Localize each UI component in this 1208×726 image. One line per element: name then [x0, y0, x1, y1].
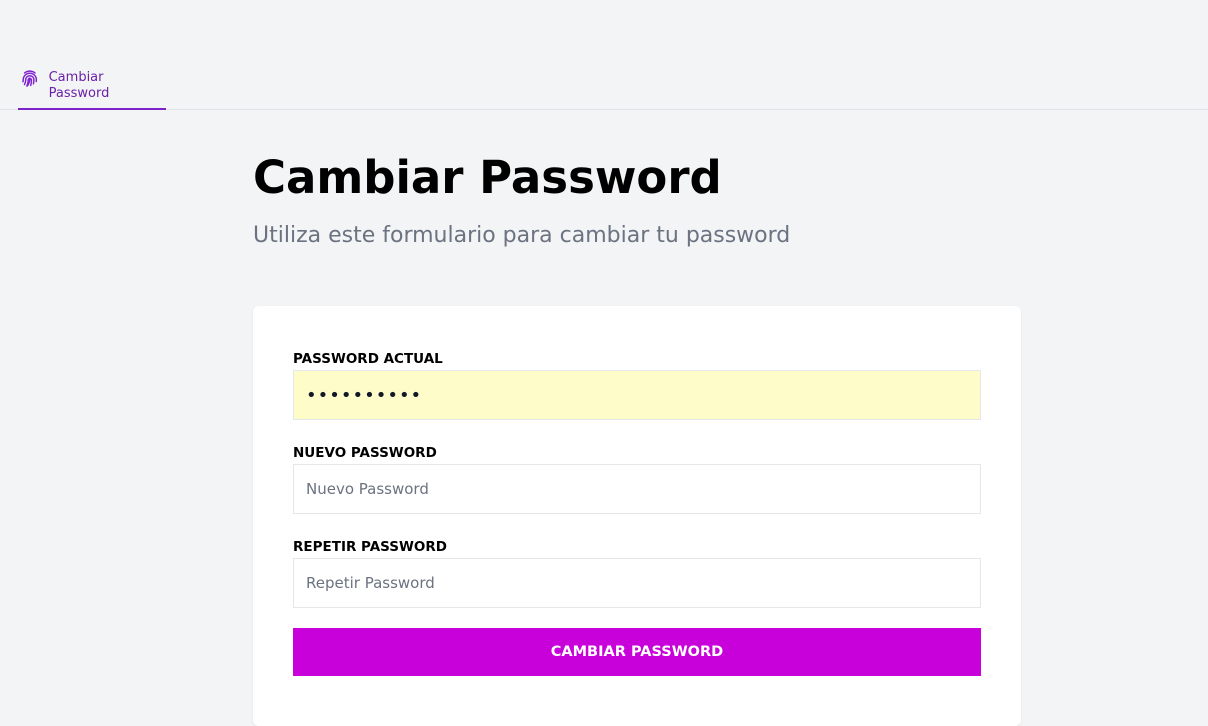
current-password-label: PASSWORD ACTUAL — [293, 351, 443, 367]
tab-bar: Cambiar Password — [0, 0, 1208, 110]
fingerprint-icon — [22, 70, 38, 87]
current-password-field[interactable] — [293, 370, 981, 420]
new-password-label: NUEVO PASSWORD — [293, 445, 437, 461]
tab-label: Cambiar Password — [48, 70, 110, 101]
page-subtitle: Utiliza este formulario para cambiar tu … — [253, 223, 791, 248]
page-title: Cambiar Password — [253, 151, 722, 204]
new-password-field[interactable] — [293, 464, 981, 514]
repeat-password-label: REPETIR PASSWORD — [293, 539, 447, 555]
change-password-form: PASSWORD ACTUAL NUEVO PASSWORD REPETIR P… — [253, 306, 1021, 726]
repeat-password-field[interactable] — [293, 558, 981, 608]
change-password-button[interactable]: Cambiar Password — [293, 628, 981, 676]
tab-cambiar-password[interactable]: Cambiar Password — [18, 66, 166, 110]
